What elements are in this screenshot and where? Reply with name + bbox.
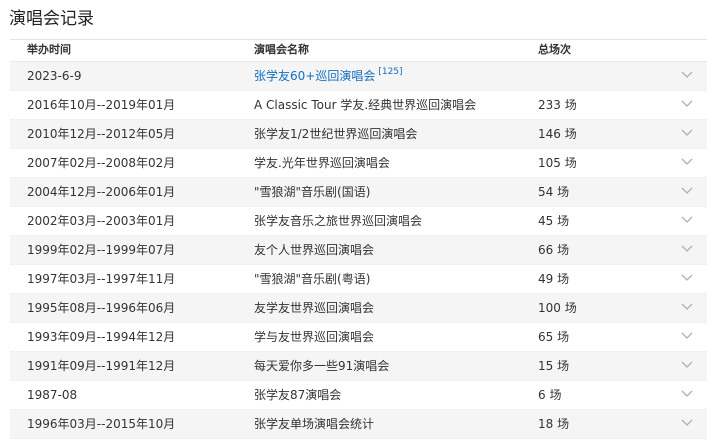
row-count: 6 场 xyxy=(538,388,562,402)
row-date: 1999年02月--1999年07月 xyxy=(27,243,176,257)
chevron-down-icon[interactable] xyxy=(681,207,693,235)
row-count: 18 场 xyxy=(538,417,570,431)
row-count: 100 场 xyxy=(538,301,577,315)
table-row[interactable]: 2004年12月--2006年01月 "雪狼湖"音乐剧(国语) 54 场 xyxy=(10,178,707,207)
chevron-down-icon[interactable] xyxy=(681,323,693,351)
row-date: 1995年08月--1996年06月 xyxy=(27,301,176,315)
row-name: 学友.光年世界巡回演唱会 xyxy=(254,156,390,170)
chevron-down-icon[interactable] xyxy=(681,178,693,206)
row-name: 每天爱你多一些91演唱会 xyxy=(254,359,390,373)
row-count: 233 场 xyxy=(538,98,577,112)
row-date: 2007年02月--2008年02月 xyxy=(27,156,176,170)
row-name: 张学友87演唱会 xyxy=(254,388,342,402)
table-row[interactable]: 2023-6-9 张学友60+巡回演唱会 [125] xyxy=(10,62,707,91)
row-count: 65 场 xyxy=(538,330,570,344)
chevron-down-icon[interactable] xyxy=(681,352,693,380)
row-name: 学与友世界巡回演唱会 xyxy=(254,330,375,344)
row-date: 1991年09月--1991年12月 xyxy=(27,359,176,373)
table-row[interactable]: 2010年12月--2012年05月 张学友1/2世纪世界巡回演唱会 146 场 xyxy=(10,120,707,149)
row-name: 张学友1/2世纪世界巡回演唱会 xyxy=(254,127,418,141)
row-date: 1993年09月--1994年12月 xyxy=(27,330,176,344)
table-header: 举办时间 演唱会名称 总场次 xyxy=(10,39,707,62)
table-row[interactable]: 2007年02月--2008年02月 学友.光年世界巡回演唱会 105 场 xyxy=(10,149,707,178)
chevron-down-icon[interactable] xyxy=(681,294,693,322)
header-count: 总场次 xyxy=(538,43,571,56)
row-date: 1996年03月--2015年10月 xyxy=(27,417,176,431)
row-count: 54 场 xyxy=(538,185,570,199)
row-date: 2004年12月--2006年01月 xyxy=(27,185,176,199)
row-count: 105 场 xyxy=(538,156,577,170)
row-name: 张学友单场演唱会统计 xyxy=(254,417,375,431)
row-name: 张学友音乐之旅世界巡回演唱会 xyxy=(254,214,423,228)
row-date: 1987-08 xyxy=(27,388,78,402)
table-row[interactable]: 1995年08月--1996年06月 友学友世界巡回演唱会 100 场 xyxy=(10,294,707,323)
page-title: 演唱会记录 xyxy=(9,9,94,29)
header-name: 演唱会名称 xyxy=(254,43,309,56)
chevron-down-icon[interactable] xyxy=(681,265,693,293)
concert-link[interactable]: 张学友60+巡回演唱会 xyxy=(254,69,375,83)
chevron-down-icon[interactable] xyxy=(681,120,693,148)
header-date: 举办时间 xyxy=(27,43,71,56)
row-name: 张学友60+巡回演唱会 [125] xyxy=(254,62,403,90)
row-date: 2002年03月--2003年01月 xyxy=(27,214,176,228)
table-row[interactable]: 1997年03月--1997年11月 "雪狼湖"音乐剧(粤语) 49 场 xyxy=(10,265,707,294)
reference-link[interactable]: [125] xyxy=(378,67,402,77)
concert-table: 举办时间 演唱会名称 总场次 2023-6-9 张学友60+巡回演唱会 [125]… xyxy=(10,39,707,439)
chevron-down-icon[interactable] xyxy=(681,62,693,90)
table-row[interactable]: 1996年03月--2015年10月 张学友单场演唱会统计 18 场 xyxy=(10,410,707,439)
row-date: 2016年10月--2019年01月 xyxy=(27,98,176,112)
chevron-down-icon[interactable] xyxy=(681,149,693,177)
row-name: "雪狼湖"音乐剧(国语) xyxy=(254,185,371,199)
chevron-down-icon[interactable] xyxy=(681,236,693,264)
table-row[interactable]: 2002年03月--2003年01月 张学友音乐之旅世界巡回演唱会 45 场 xyxy=(10,207,707,236)
row-name: "雪狼湖"音乐剧(粤语) xyxy=(254,272,371,286)
table-row[interactable]: 1993年09月--1994年12月 学与友世界巡回演唱会 65 场 xyxy=(10,323,707,352)
table-row[interactable]: 1999年02月--1999年07月 友个人世界巡回演唱会 66 场 xyxy=(10,236,707,265)
row-date: 1997年03月--1997年11月 xyxy=(27,272,176,286)
chevron-down-icon[interactable] xyxy=(681,410,693,438)
row-count: 15 场 xyxy=(538,359,570,373)
table-row[interactable]: 1991年09月--1991年12月 每天爱你多一些91演唱会 15 场 xyxy=(10,352,707,381)
row-name: 友学友世界巡回演唱会 xyxy=(254,301,375,315)
row-count: 146 场 xyxy=(538,127,577,141)
row-date: 2023-6-9 xyxy=(27,69,82,83)
chevron-down-icon[interactable] xyxy=(681,381,693,409)
table-row[interactable]: 2016年10月--2019年01月 A Classic Tour 学友.经典世… xyxy=(10,91,707,120)
row-date: 2010年12月--2012年05月 xyxy=(27,127,176,141)
row-count: 49 场 xyxy=(538,272,570,286)
chevron-down-icon[interactable] xyxy=(681,91,693,119)
table-row[interactable]: 1987-08 张学友87演唱会 6 场 xyxy=(10,381,707,410)
row-name: A Classic Tour 学友.经典世界巡回演唱会 xyxy=(254,98,477,112)
row-name: 友个人世界巡回演唱会 xyxy=(254,243,375,257)
row-count: 66 场 xyxy=(538,243,570,257)
row-count: 45 场 xyxy=(538,214,570,228)
